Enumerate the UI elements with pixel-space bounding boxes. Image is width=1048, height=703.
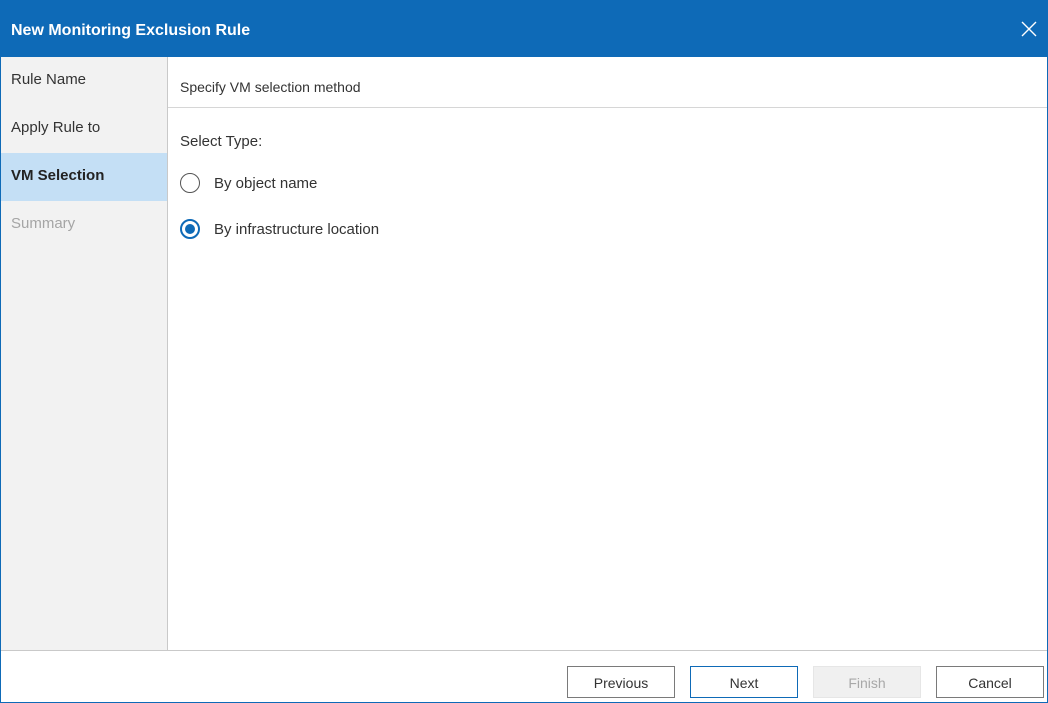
cancel-button[interactable]: Cancel	[936, 666, 1044, 698]
wizard-steps-sidebar: Rule Name Apply Rule to VM Selection Sum…	[1, 57, 168, 651]
step-header: Specify VM selection method	[168, 57, 1047, 108]
button-bar: Previous Next Finish Cancel	[1, 650, 1047, 702]
sidebar-item-rule-name[interactable]: Rule Name	[1, 57, 167, 105]
main-content: Specify VM selection method Select Type:…	[168, 57, 1047, 651]
close-icon[interactable]	[1019, 19, 1039, 39]
sidebar-item-apply-rule-to[interactable]: Apply Rule to	[1, 105, 167, 153]
step-body: Select Type: By object name By infrastru…	[168, 108, 1047, 252]
option-label: By infrastructure location	[214, 220, 380, 238]
option-label: By object name	[214, 174, 318, 192]
finish-button: Finish	[813, 666, 921, 698]
title-bar: New Monitoring Exclusion Rule	[1, 1, 1047, 57]
radio-button-checked[interactable]	[180, 219, 200, 239]
next-button[interactable]: Next	[690, 666, 798, 698]
select-type-label: Select Type:	[180, 133, 263, 150]
sidebar-item-vm-selection[interactable]: VM Selection	[1, 153, 167, 201]
previous-button[interactable]: Previous	[567, 666, 675, 698]
dialog-window: New Monitoring Exclusion Rule Rule Name …	[0, 0, 1048, 703]
radio-button-unchecked[interactable]	[180, 173, 200, 193]
option-by-object-name[interactable]: By object name	[180, 160, 1047, 206]
sidebar-item-summary: Summary	[11, 215, 76, 232]
option-by-infrastructure-location[interactable]: By infrastructure location	[180, 206, 1047, 252]
dialog-title: New Monitoring Exclusion Rule	[11, 22, 251, 39]
